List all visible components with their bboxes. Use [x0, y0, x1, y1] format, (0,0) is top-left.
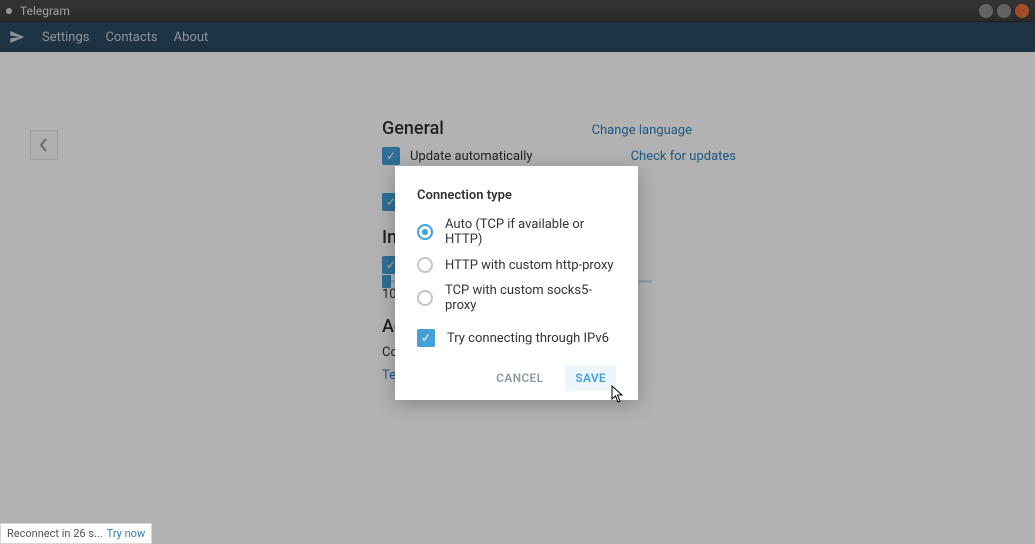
- ipv6-label: Try connecting through IPv6: [447, 331, 609, 346]
- radio-http[interactable]: [417, 257, 433, 273]
- connection-type-dialog: Connection type Auto (TCP if available o…: [395, 166, 638, 400]
- cancel-button[interactable]: CANCEL: [492, 365, 547, 391]
- option-socks5-proxy[interactable]: TCP with custom socks5-proxy: [417, 283, 616, 313]
- option-http-label: HTTP with custom http-proxy: [445, 258, 614, 273]
- ipv6-checkbox[interactable]: ✓: [417, 329, 435, 347]
- reconnect-status-bar: Reconnect in 26 s... Try now: [0, 523, 152, 544]
- option-http-proxy[interactable]: HTTP with custom http-proxy: [417, 257, 616, 273]
- radio-socks5[interactable]: [417, 290, 433, 306]
- dialog-actions: CANCEL SAVE: [417, 365, 616, 391]
- option-auto[interactable]: Auto (TCP if available or HTTP): [417, 217, 616, 247]
- option-socks5-label: TCP with custom socks5-proxy: [445, 283, 616, 313]
- reconnect-text: Reconnect in 26 s...: [7, 527, 103, 540]
- dialog-title: Connection type: [417, 188, 616, 203]
- option-auto-label: Auto (TCP if available or HTTP): [445, 217, 616, 247]
- save-button[interactable]: SAVE: [565, 365, 616, 391]
- ipv6-row: ✓ Try connecting through IPv6: [417, 329, 616, 347]
- radio-auto[interactable]: [417, 224, 433, 240]
- try-now-link[interactable]: Try now: [107, 527, 146, 540]
